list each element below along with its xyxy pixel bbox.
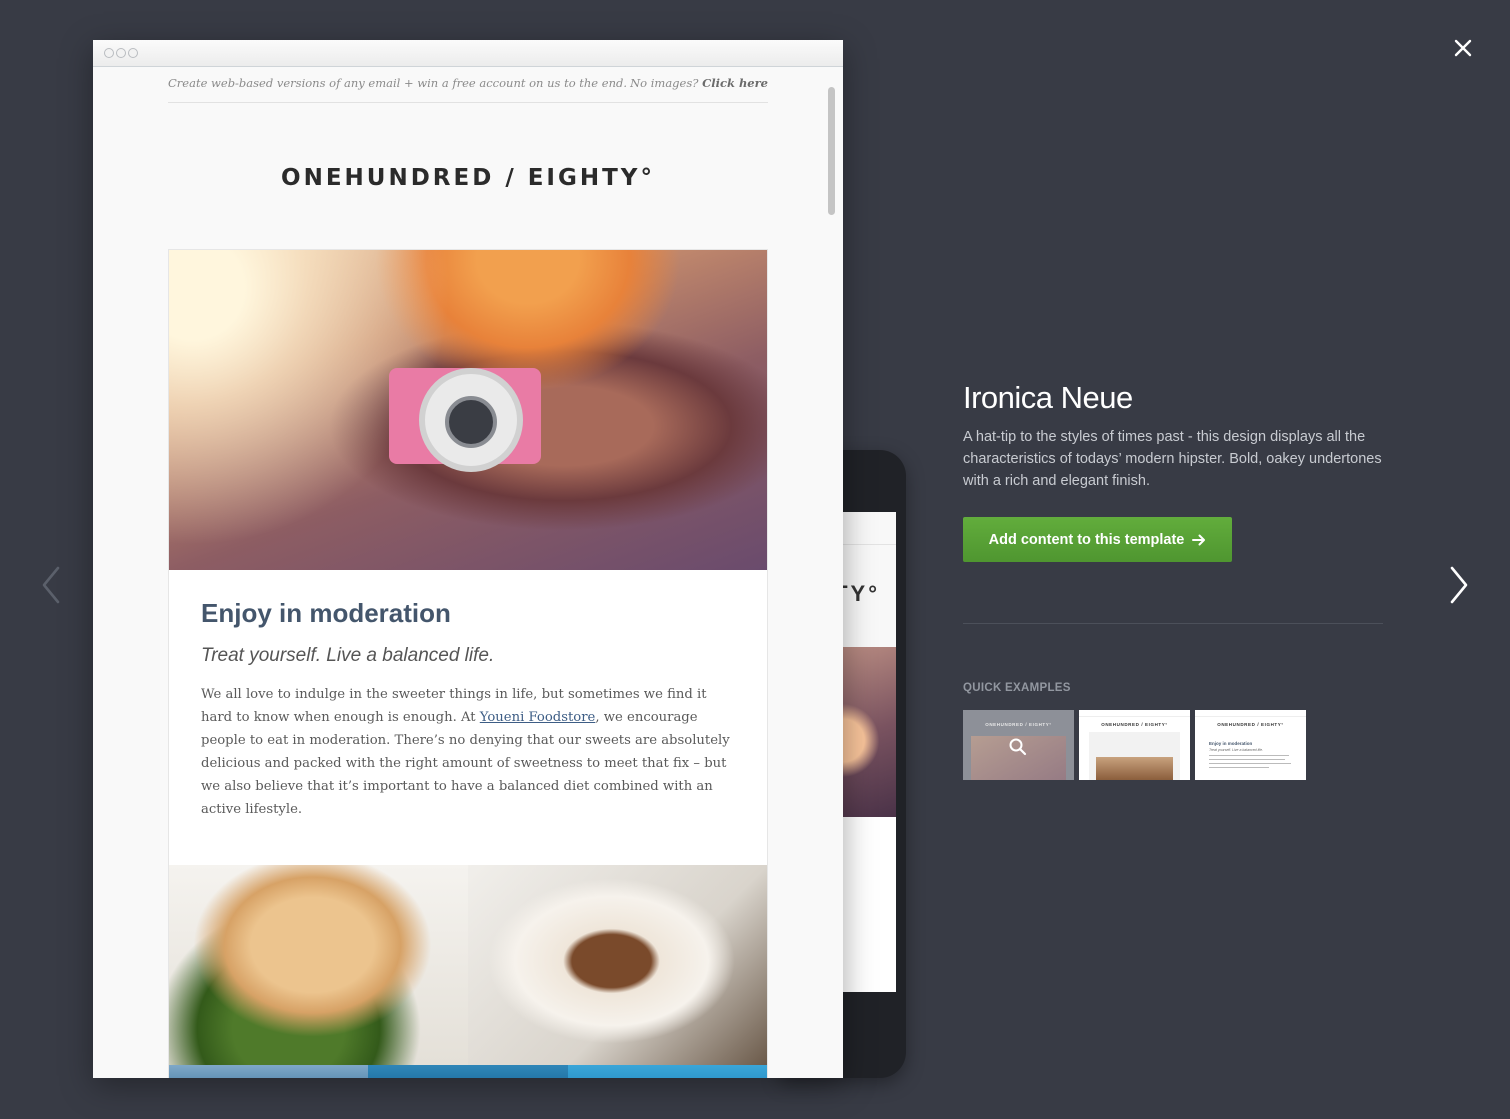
thumbnail-text-line xyxy=(1209,763,1291,764)
quick-example-thumbnail[interactable]: ONEHUNDRED / EIGHTY° Enjoy in moderation… xyxy=(1195,710,1306,780)
email-logo: ONEHUNDRED / EIGHTY° xyxy=(281,165,655,191)
template-description: A hat-tip to the styles of times past - … xyxy=(963,429,1382,489)
thumbnail-subheadline: Treat yourself. Live a balanced life. xyxy=(1209,748,1264,752)
foodstore-link[interactable]: Youeni Foodstore xyxy=(480,710,596,725)
arrow-right-icon xyxy=(1192,534,1206,545)
article-paragraph: We all love to indulge in the sweeter th… xyxy=(201,683,735,821)
thumbnail-headline: Enjoy in moderation xyxy=(1209,741,1253,746)
sky-image xyxy=(169,1065,369,1078)
thumbnail-cake-image xyxy=(1096,757,1173,780)
preheader-right: No images? Click here xyxy=(630,76,768,90)
water-image xyxy=(567,1065,767,1078)
click-here-link[interactable]: Click here xyxy=(702,76,768,90)
mobile-screen: EIGHTY° xyxy=(840,512,896,992)
window-dot-icon xyxy=(104,48,114,58)
close-button[interactable] xyxy=(1449,34,1477,62)
email-content: Create web-based versions of any email +… xyxy=(168,67,768,1078)
mobile-logo-text: EIGHTY° xyxy=(840,581,880,606)
thumbnail-text-line xyxy=(1209,767,1269,768)
chevron-left-icon xyxy=(42,566,60,604)
search-icon xyxy=(1009,738,1027,756)
thumbnail-logo: ONEHUNDRED / EIGHTY° xyxy=(985,722,1052,727)
ocean-images-row xyxy=(169,1065,767,1078)
no-images-text: No images? xyxy=(630,76,699,90)
thumbnail-logo: ONEHUNDRED / EIGHTY° xyxy=(1101,722,1168,727)
template-info-panel: Ironica Neue A hat-tip to the styles of … xyxy=(963,380,1388,780)
mobile-hero-image xyxy=(840,647,896,817)
camera-lens-inner-graphic xyxy=(445,396,497,448)
article-card: Enjoy in moderation Treat yourself. Live… xyxy=(168,249,768,1078)
thumbnail-preheader-line xyxy=(1195,716,1306,717)
add-content-button[interactable]: Add content to this template xyxy=(963,517,1232,562)
next-template-button[interactable] xyxy=(1444,563,1474,607)
email-preview[interactable]: Create web-based versions of any email +… xyxy=(93,67,843,1078)
article-headline: Enjoy in moderation xyxy=(201,598,451,628)
mobile-logo-band: EIGHTY° xyxy=(840,545,896,647)
quick-examples-label: QUICK EXAMPLES xyxy=(963,682,1071,694)
previous-template-button[interactable] xyxy=(36,563,66,607)
chevron-right-icon xyxy=(1450,566,1468,604)
preheader-text: Create web-based versions of any email +… xyxy=(168,76,628,90)
desktop-preview-window: Create web-based versions of any email +… xyxy=(93,40,843,1078)
add-content-label: Add content to this template xyxy=(988,531,1185,548)
template-title: Ironica Neue xyxy=(963,380,1133,415)
wave-image xyxy=(368,1065,568,1078)
mobile-preheader xyxy=(840,512,896,545)
granola-bowl-image xyxy=(468,865,767,1065)
article-subheadline: Treat yourself. Live a balanced life. xyxy=(201,645,495,666)
quick-example-thumbnail[interactable]: ONEHUNDRED / EIGHTY° xyxy=(1079,710,1190,780)
browser-titlebar xyxy=(93,40,843,67)
window-dot-icon xyxy=(116,48,126,58)
thumbnail-text-line xyxy=(1209,759,1285,760)
thumbnail-logo: ONEHUNDRED / EIGHTY° xyxy=(1217,722,1284,727)
quick-examples-list: ONEHUNDRED / EIGHTY° ONEHUNDRED / EIGHTY… xyxy=(963,710,1388,780)
thumbnail-text-line xyxy=(1209,755,1289,756)
close-icon xyxy=(1454,39,1472,57)
hero-image xyxy=(169,250,767,570)
article-body: Enjoy in moderation Treat yourself. Live… xyxy=(169,570,767,865)
quick-example-thumbnail[interactable]: ONEHUNDRED / EIGHTY° xyxy=(963,710,1074,780)
section-divider xyxy=(963,623,1383,624)
paragraph-text-end: , we encourage people to eat in moderati… xyxy=(201,710,730,817)
window-dot-icon xyxy=(128,48,138,58)
preheader: Create web-based versions of any email +… xyxy=(168,67,768,103)
sandwich-image xyxy=(169,865,468,1065)
thumbnail-preheader-line xyxy=(1079,716,1190,717)
food-images-row xyxy=(169,865,767,1065)
preview-scrollbar[interactable] xyxy=(828,87,835,215)
